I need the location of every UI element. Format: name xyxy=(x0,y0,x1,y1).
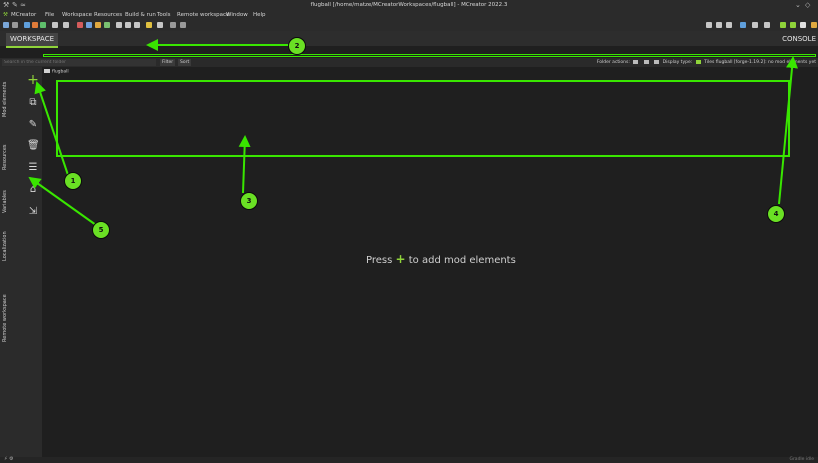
annotation-badge-4: 4 xyxy=(767,205,785,223)
annotation-badge-1: 1 xyxy=(64,172,82,190)
arrow-4 xyxy=(778,56,799,205)
arrow-5 xyxy=(28,176,97,226)
arrow-1 xyxy=(34,81,70,179)
annotation-badge-5: 5 xyxy=(92,221,110,239)
arrow-3 xyxy=(238,135,251,194)
annotation-arrows xyxy=(28,39,799,226)
annotation-badge-2: 2 xyxy=(288,37,306,55)
annotation-badge-3: 3 xyxy=(240,192,258,210)
